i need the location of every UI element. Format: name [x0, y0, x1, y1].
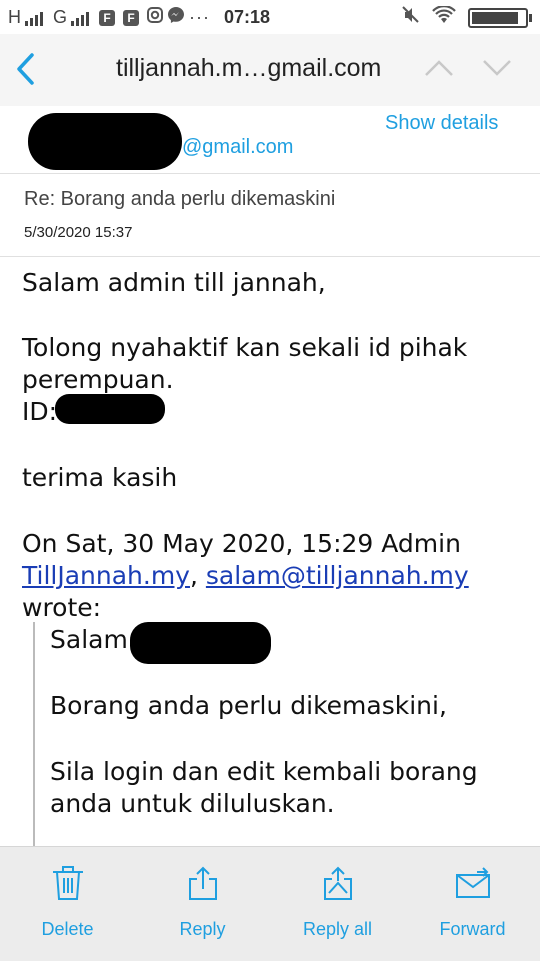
redacted-sender-name [28, 113, 182, 170]
mute-icon [402, 6, 420, 29]
clock: 07:18 [224, 7, 271, 27]
battery-fill [472, 11, 519, 24]
delete-label: Delete [41, 919, 94, 939]
quote-bar [33, 622, 35, 846]
reply-all-button[interactable]: Reply all [270, 847, 405, 961]
facebook-icon-2: F [123, 9, 140, 26]
reply-button[interactable]: Reply [135, 847, 270, 961]
reply-all-label: Reply all [302, 919, 373, 939]
link-separator: , [189, 561, 206, 590]
quote-intro: On Sat, 30 May 2020, 15:29 Admin [22, 529, 461, 558]
sender-email-domain: @gmail.com [182, 136, 294, 158]
quote-sender-line: TillJannah.my, salam@tilljannah.my [22, 560, 469, 592]
battery-icon [468, 7, 532, 28]
forward-label: Forward [439, 919, 506, 939]
body-thanks: terima kasih [22, 463, 178, 492]
body-id-label: ID: [22, 397, 58, 426]
email-title: tilljannah.m…gmail.com [116, 54, 382, 82]
quoted-line-1: Borang anda perlu dikemaskini, [50, 691, 447, 720]
status-bar: H G F F ··· 07:18 [0, 0, 540, 34]
instagram-icon [147, 7, 164, 28]
redacted-id [55, 394, 165, 424]
quoted-line-2: Sila login dan edit kembali borang [50, 757, 478, 786]
reply-all-icon [323, 866, 352, 900]
next-email-icon[interactable] [482, 58, 512, 78]
forward-envelope-icon [455, 867, 490, 898]
reply-icon [188, 866, 217, 900]
redacted-recipient [130, 622, 271, 664]
signal-strength-icon-1 [25, 10, 43, 26]
body-line-1: Tolong nyahaktif kan sekali id pihak [22, 333, 468, 362]
forward-button[interactable]: Forward [405, 847, 540, 961]
header-divider [0, 173, 540, 174]
quote-wrote: wrote: [22, 593, 102, 622]
back-arrow-icon[interactable] [14, 52, 38, 86]
facebook-icon: F [99, 9, 116, 26]
bottom-toolbar: Delete Reply Reply all Forward [0, 846, 540, 961]
reply-label: Reply [179, 919, 226, 939]
trash-icon [52, 866, 83, 900]
more-notifications-icon: ··· [189, 7, 210, 27]
network-type-2: G [53, 7, 68, 27]
network-type-1: H [8, 7, 21, 27]
delete-button[interactable]: Delete [0, 847, 135, 961]
title-bar: tilljannah.m…gmail.com [0, 34, 540, 107]
email-subject: Re: Borang anda perlu dikemaskini [24, 188, 336, 210]
body-divider [0, 256, 540, 257]
signal-strength-icon-2 [71, 10, 90, 26]
messenger-icon [167, 6, 185, 29]
email-link[interactable]: salam@tilljannah.my [206, 561, 469, 590]
tilljannah-link[interactable]: TillJannah.my [22, 561, 190, 590]
wifi-icon [432, 5, 456, 29]
show-details-link[interactable]: Show details [385, 112, 498, 135]
previous-email-icon[interactable] [424, 58, 454, 78]
quoted-line-3: anda untuk diluluskan. [50, 789, 335, 818]
body-line-2: perempuan. [22, 365, 174, 394]
email-date: 5/30/2020 15:37 [24, 224, 133, 241]
quoted-salam: Salam [50, 625, 128, 654]
body-greeting: Salam admin till jannah, [22, 268, 326, 297]
